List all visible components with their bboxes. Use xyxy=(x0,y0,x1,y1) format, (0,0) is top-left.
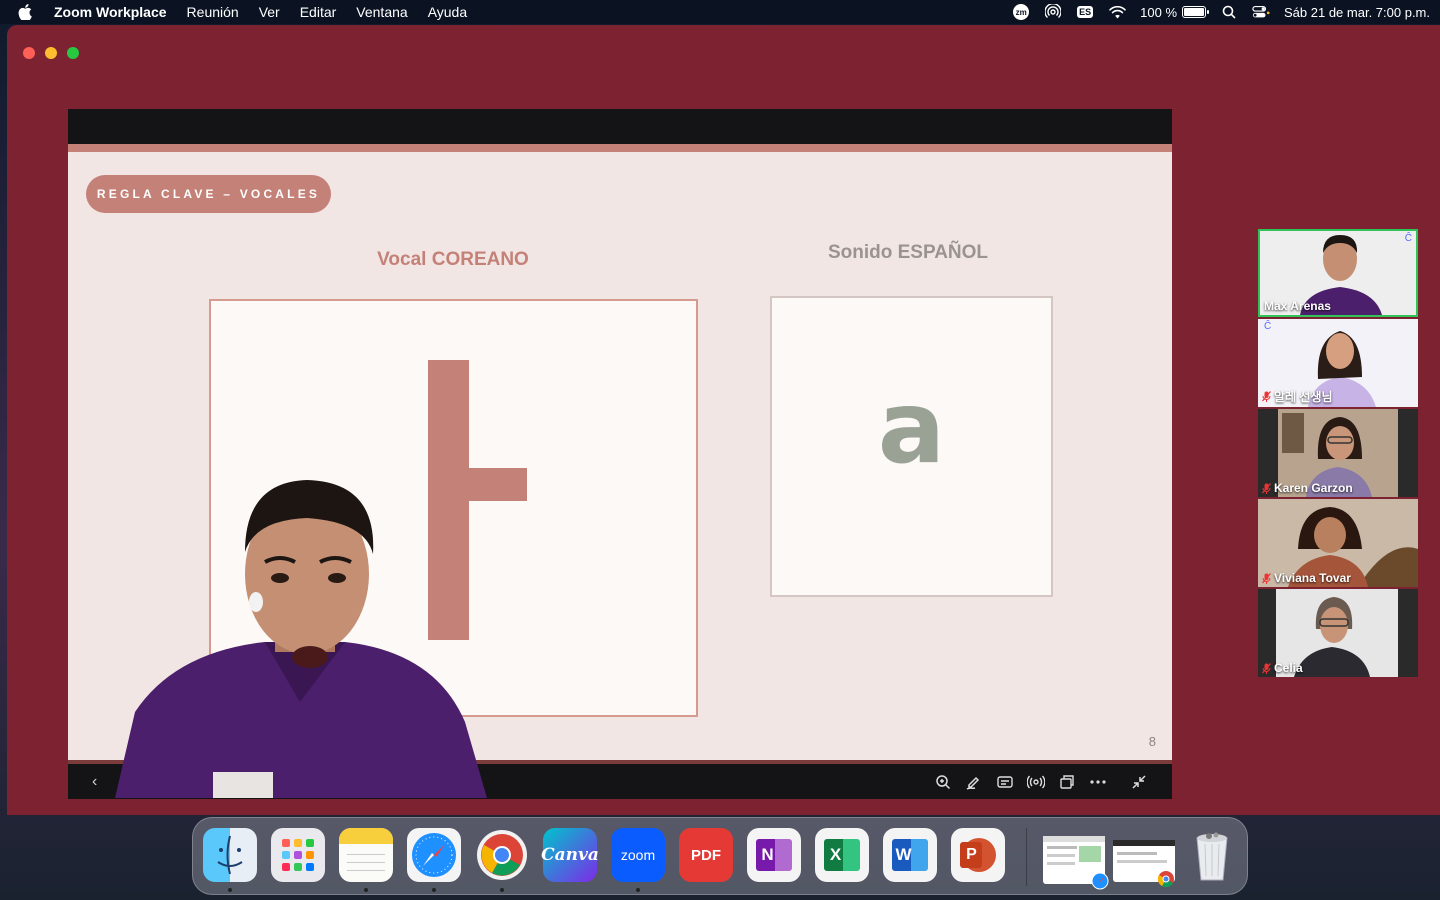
input-source-icon[interactable]: ES xyxy=(1076,4,1094,20)
slide-page-number: 8 xyxy=(1148,734,1156,749)
spotlight-search-icon[interactable] xyxy=(1220,4,1238,20)
participant-name: Viviana Tovar xyxy=(1262,571,1351,585)
app-name-menu[interactable]: Zoom Workplace xyxy=(54,4,167,20)
menu-editar[interactable]: Editar xyxy=(300,4,337,20)
excel-icon[interactable]: X xyxy=(815,828,869,882)
onenote-icon[interactable]: N xyxy=(747,828,801,882)
rule-pill: REGLA CLAVE – VOCALES xyxy=(86,175,331,213)
zoom-window-button[interactable] xyxy=(67,47,79,59)
zoom-icon[interactable]: zoom xyxy=(611,828,665,882)
close-window-button[interactable] xyxy=(23,47,35,59)
menu-reunion[interactable]: Reunión xyxy=(187,4,239,20)
menu-ver[interactable]: Ver xyxy=(259,4,280,20)
participant-tile[interactable]: Viviana Tovar xyxy=(1258,499,1418,587)
safari-icon[interactable] xyxy=(407,828,461,882)
menu-clock[interactable]: Sáb 21 de mar. 7:00 p.m. xyxy=(1284,5,1430,20)
windows-icon[interactable] xyxy=(1058,773,1076,791)
minimized-window-safari[interactable] xyxy=(1043,836,1109,890)
muted-mic-icon xyxy=(1262,572,1271,584)
spotlight-icon: Ĉ xyxy=(1264,321,1272,332)
trash-icon[interactable] xyxy=(1185,828,1239,882)
participant-tile[interactable]: Ĉ 알레 선생님 xyxy=(1258,319,1418,407)
slide-top-stripe xyxy=(68,144,1172,152)
menu-ventana[interactable]: Ventana xyxy=(356,4,407,20)
menu-ayuda[interactable]: Ayuda xyxy=(428,4,467,20)
word-icon[interactable]: W xyxy=(883,828,937,882)
presenter-video[interactable] xyxy=(115,462,487,798)
annotate-pen-icon[interactable] xyxy=(965,773,983,791)
chrome-icon[interactable] xyxy=(475,828,529,882)
muted-mic-icon xyxy=(1262,662,1271,674)
notes-icon[interactable] xyxy=(339,828,393,882)
pdf-icon[interactable]: PDF xyxy=(679,828,733,882)
menu-bar: Zoom Workplace Reunión Ver Editar Ventan… xyxy=(0,0,1440,24)
wifi-icon[interactable] xyxy=(1108,4,1126,20)
chrome-badge-icon xyxy=(1157,871,1174,888)
powerpoint-icon[interactable]: P xyxy=(951,828,1005,882)
control-center-icon[interactable] xyxy=(1252,4,1270,20)
airdrop-icon[interactable] xyxy=(1044,4,1062,20)
battery-percent: 100 % xyxy=(1140,4,1178,20)
heading-korean-vowel: Vocal COREANO xyxy=(377,249,529,270)
dock: Canva zoom PDF N X W P xyxy=(192,817,1248,895)
participant-tile[interactable]: Celia xyxy=(1258,589,1418,677)
participant-gallery: Ĉ Max Arenas Ĉ 알레 선생님 Karen Garzon Vivia… xyxy=(1258,229,1418,679)
participant-tile[interactable]: Karen Garzon xyxy=(1258,409,1418,497)
minimized-window-chrome[interactable] xyxy=(1113,840,1175,888)
battery-icon xyxy=(1182,6,1210,18)
running-indicator xyxy=(500,888,504,892)
minimize-window-button[interactable] xyxy=(45,47,57,59)
finder-icon[interactable] xyxy=(203,828,257,882)
battery-status[interactable]: 100 % xyxy=(1140,4,1210,20)
zoom-status-icon[interactable]: zm xyxy=(1012,4,1030,20)
participant-tile[interactable]: Ĉ Max Arenas xyxy=(1258,229,1418,317)
safari-badge-icon xyxy=(1091,872,1109,890)
apple-icon[interactable] xyxy=(18,4,34,20)
spanish-letter: a xyxy=(877,369,946,486)
running-indicator xyxy=(432,888,436,892)
spanish-sound-card: a xyxy=(770,296,1053,597)
presenter-figure xyxy=(115,480,487,798)
previous-slide-icon[interactable]: ‹ xyxy=(92,773,97,791)
launchpad-icon[interactable] xyxy=(271,828,325,882)
participant-name: 알레 선생님 xyxy=(1262,388,1333,405)
participant-name: Max Arenas xyxy=(1264,299,1331,313)
participant-name: Celia xyxy=(1262,661,1303,675)
spotlight-icon: Ĉ xyxy=(1404,233,1412,244)
canva-icon[interactable]: Canva xyxy=(541,828,599,882)
dock-separator xyxy=(1026,828,1027,886)
captions-icon[interactable] xyxy=(996,773,1014,791)
exit-fullscreen-icon[interactable] xyxy=(1130,773,1148,791)
battery-level xyxy=(1184,8,1205,16)
more-options-icon[interactable] xyxy=(1089,773,1107,791)
heading-spanish-sound: Sonido ESPAÑOL xyxy=(827,242,989,263)
participant-name: Karen Garzon xyxy=(1262,481,1353,495)
window-controls xyxy=(23,47,79,59)
running-indicator xyxy=(636,888,640,892)
running-indicator xyxy=(228,888,232,892)
running-indicator xyxy=(364,888,368,892)
muted-mic-icon xyxy=(1262,391,1271,402)
broadcast-icon[interactable] xyxy=(1027,773,1045,791)
muted-mic-icon xyxy=(1262,482,1271,494)
zoom-in-icon[interactable] xyxy=(934,773,952,791)
